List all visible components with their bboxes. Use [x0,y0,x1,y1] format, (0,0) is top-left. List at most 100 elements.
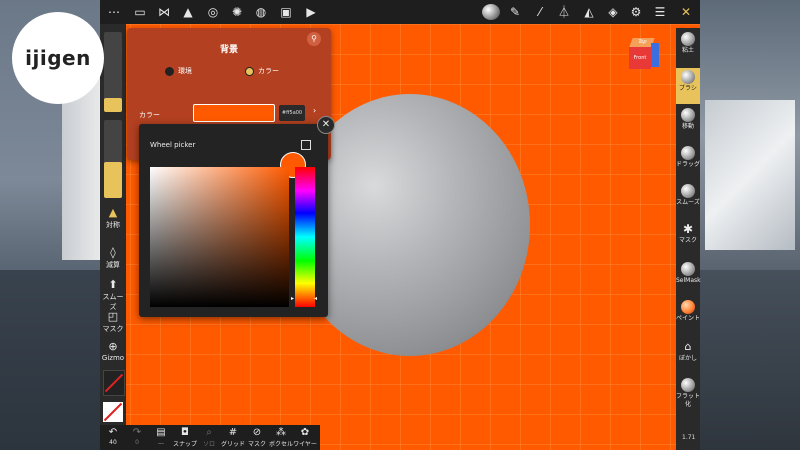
tool-move[interactable]: 移動 [676,108,700,142]
selmask-icon [681,262,695,276]
drop-icon: ◊ [110,246,116,259]
hue-handle-right-icon[interactable]: ◂ [314,296,318,302]
snapshot-label: スナップ [172,441,197,448]
image-icon[interactable]: ▣ [278,4,294,20]
save-button[interactable]: ▤... [148,427,174,446]
view-cube-front[interactable]: Front [629,47,651,69]
puzzle-icon: ✱ [682,222,694,236]
matcap-sphere-icon[interactable] [482,4,500,20]
gizmo-label: Gizmo [101,354,125,362]
folder-icon[interactable]: ▭ [132,4,148,20]
tool-mask[interactable]: ✱ マスク [676,222,700,256]
tool-drag[interactable]: ドラッグ [676,146,700,180]
grid-button[interactable]: # グリッド [220,427,246,448]
tool-brush-label: ブラシ [679,85,697,92]
mask-view-button[interactable]: ⊘ マスク [244,427,270,448]
mask-icon: ◰ [107,310,119,323]
smooth-toggle[interactable]: ⬆ スムーズ [100,278,126,312]
mask-toggle[interactable]: ◰ マスク [100,310,126,334]
voxel-icon: ⁂ [276,427,286,438]
view-cube-side[interactable] [651,43,659,67]
color-picker-popup: Wheel picker ▸ ◂ [139,124,328,317]
sliders-icon[interactable]: ☰ [652,4,668,20]
snapshot-icon: ◘ [181,427,189,438]
camera-icon[interactable]: ▶ [303,4,319,20]
save-icon: ▤ [156,427,166,438]
menu-dots-icon[interactable]: ⋯ [106,4,122,20]
tool-smooth-label: スムーズ [676,199,700,206]
subtract-label: 減算 [106,261,120,269]
symmetry-icon[interactable]: ⏃ [556,4,572,20]
wireframe-button[interactable]: ✿ ワイヤー [292,427,318,448]
gizmo-toggle[interactable]: ⊕ Gizmo [100,340,126,362]
radius-slider[interactable] [104,32,122,112]
radius-slider-fill [104,98,122,112]
clay-icon [681,32,695,46]
hue-handle-left-icon[interactable]: ▸ [291,296,295,302]
snapshot-button[interactable]: ◘ スナップ [172,427,198,448]
pencil-icon[interactable]: ✎ [507,4,523,20]
triangle-icon[interactable]: ◭ [581,4,597,20]
layers-icon[interactable]: ◈ [605,4,621,20]
close-icon[interactable]: ✕ [317,116,335,134]
right-toolbar: 粘土 ブラシ 移動 ドラッグ スムーズ ✱ マスク SelMask ペイント ⌂… [676,28,701,450]
subtract-toggle[interactable]: ◊ 減算 [100,246,126,270]
sun-icon[interactable]: ✺ [229,4,245,20]
bottom-toolbar: ↶ 40 ↷ 0 ▤... ◘ スナップ ⌕ ソロ # グリッド ⊘ マスク ⁂ ボクセル ✿… [100,425,320,450]
tool-smooth[interactable]: スムーズ [676,184,700,218]
mode-environment-label: 環境 [178,67,192,75]
picker-title: Wheel picker [150,141,196,149]
material-icon[interactable]: ◍ [253,4,269,20]
view-cube[interactable]: Top Front [629,38,659,70]
solo-button[interactable]: ⌕ ソロ [196,427,222,448]
move-icon [681,108,695,122]
eyedropper-icon[interactable]: ⁄ [532,4,548,20]
mode-environment[interactable]: 環境 [165,66,192,76]
blur-icon: ⌂ [684,340,692,353]
smooth-label: スムーズ [102,293,124,311]
tool-blur[interactable]: ⌂ ぼかし [676,340,700,374]
intensity-slider[interactable] [104,120,122,198]
gear-icon[interactable]: ⚙ [628,4,644,20]
top-toolbar: ⋯ ▭ ⋈ ▲ ◎ ✺ ◍ ▣ ▶ ✎ ⁄ ⏃ ◭ ◈ ⚙ ☰ ✕ [100,0,700,24]
watermark-logo: ijigen [12,12,104,104]
scene-graph-icon[interactable]: ⋈ [156,4,172,20]
mask-label: マスク [102,325,124,333]
redo-button[interactable]: ↷ 0 [124,427,150,446]
tool-blur-label: ぼかし [678,355,697,362]
save-label: ... [158,439,164,446]
saturation-value-box[interactable] [150,167,289,307]
tool-selmask[interactable]: SelMask [676,262,701,296]
tool-mask-label: マスク [678,237,697,244]
color-hex-field[interactable]: #ff5a00 [279,105,305,121]
paint-color-swatch[interactable] [103,402,123,422]
stroke-color-swatch[interactable] [103,370,125,396]
mode-color[interactable]: カラー [245,66,279,76]
tool-selmask-label: SelMask [676,277,701,284]
radio-selected-icon [245,66,254,76]
symmetry-toggle[interactable]: ▲ 対称 [100,206,126,230]
tool-paint[interactable]: ペイント [676,300,700,334]
smooth-icon [681,184,695,198]
search-icon: ⌕ [206,427,212,438]
tool-clay-label: 粘土 [681,47,694,54]
mesh-grid-icon[interactable]: ▲ [180,4,196,20]
tool-flatten[interactable]: フラット化 [676,378,700,416]
tool-paint-label: ペイント [676,315,701,322]
tool-flatten-label: フラット化 [676,393,701,408]
tools-icon[interactable]: ✕ [678,4,694,20]
picker-mode-checkbox[interactable] [301,140,311,150]
tool-clay[interactable]: 粘土 [676,32,700,66]
color-swatch-button[interactable] [193,104,275,122]
undo-button[interactable]: ↶ 40 [100,427,126,446]
globe-icon[interactable]: ◎ [205,4,221,20]
hue-slider[interactable] [295,167,315,307]
mode-color-label: カラー [258,67,279,75]
tool-brush[interactable]: ブラシ [676,68,700,104]
pin-icon[interactable]: ⚲ [307,32,321,46]
solo-label: ソロ [202,441,215,448]
voxel-button[interactable]: ⁂ ボクセル [268,427,294,448]
drag-icon [681,146,695,160]
radio-unselected-icon [165,66,174,76]
redo-icon: ↷ [132,427,142,438]
